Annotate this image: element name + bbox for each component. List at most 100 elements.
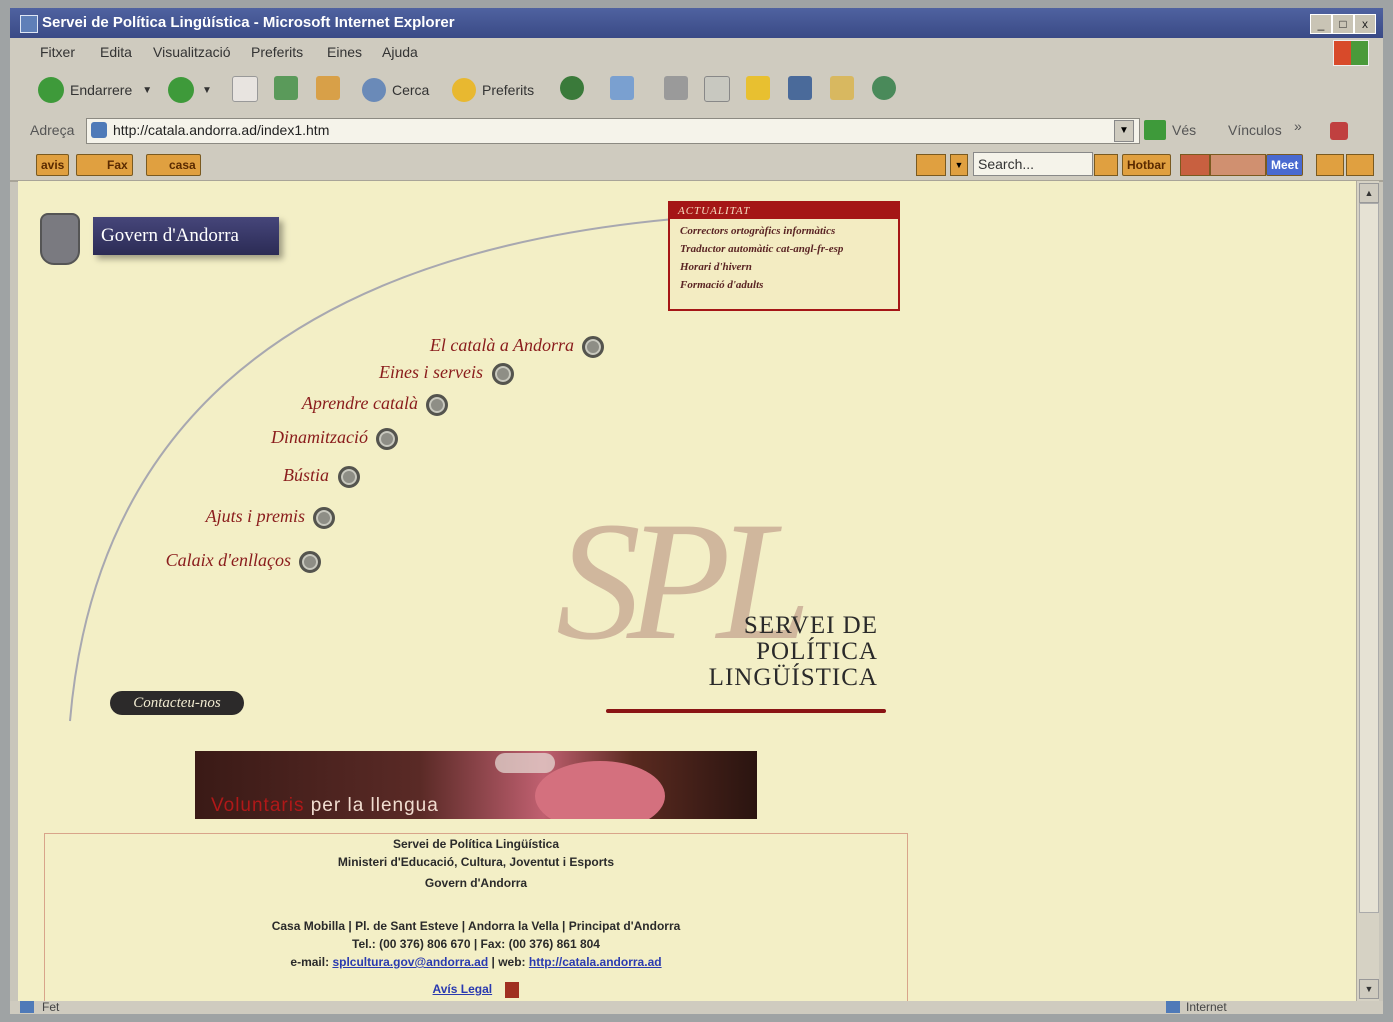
menu-bullet-icon[interactable] — [492, 363, 514, 385]
menu-link-bustia[interactable]: Bústia — [283, 465, 329, 486]
back-arrow-icon — [38, 77, 64, 103]
stop-icon[interactable] — [232, 76, 258, 102]
menu-bullet-icon[interactable] — [313, 507, 335, 529]
refresh-icon[interactable] — [274, 76, 298, 100]
menu-ajuda[interactable]: Ajuda — [382, 44, 418, 60]
links-chevron-icon[interactable]: » — [1294, 118, 1302, 134]
news-link-formacio[interactable]: Formació d'adults — [670, 279, 898, 291]
scroll-down-icon[interactable]: ▼ — [1359, 979, 1379, 999]
back-dropdown-icon[interactable]: ▼ — [142, 85, 152, 96]
ie-logo-icon — [20, 15, 38, 33]
menu-eines[interactable]: Eines — [327, 44, 362, 60]
hotbar-item-icon[interactable] — [1180, 154, 1210, 176]
toolbar-search-input[interactable]: Search... — [973, 152, 1093, 176]
volunteers-text-white: per la llengua — [304, 795, 439, 816]
banner-teeth-image — [495, 753, 555, 773]
window-title: Servei de Política Lingüística - Microso… — [42, 14, 455, 31]
links-button[interactable]: Vínculos — [1228, 122, 1282, 138]
go-arrow-icon[interactable] — [1144, 120, 1166, 140]
menu-link-calaix[interactable]: Calaix d'enllaços — [166, 550, 291, 571]
govern-andorra-banner[interactable]: Govern d'Andorra — [93, 217, 279, 255]
home-icon[interactable] — [316, 76, 340, 100]
footer-web-label: | web: — [488, 955, 529, 969]
menu-bullet-icon[interactable] — [338, 466, 360, 488]
tools-icon[interactable] — [1330, 122, 1348, 140]
edit-icon[interactable] — [704, 76, 730, 102]
news-link-horari[interactable]: Horari d'hivern — [670, 261, 898, 273]
meet-button[interactable]: Meet — [1266, 154, 1304, 176]
status-bar: Fet Internet — [10, 1000, 1383, 1014]
menu-link-ajuts[interactable]: Ajuts i premis — [206, 506, 305, 527]
go-button[interactable]: Vés — [1172, 122, 1196, 138]
settings-icon[interactable] — [1346, 154, 1374, 176]
menu-visualitzacio[interactable]: Visualització — [153, 44, 231, 60]
casa-button[interactable]: casa — [146, 154, 201, 176]
toolbar-search-icon[interactable] — [1094, 154, 1118, 176]
status-zone: Internet — [1186, 1000, 1227, 1014]
andorra-coat-of-arms-icon — [40, 213, 80, 265]
scroll-up-icon[interactable]: ▲ — [1359, 183, 1379, 203]
back-button[interactable]: Endarrere ▼ — [38, 76, 152, 104]
minimize-button[interactable]: _ — [1310, 14, 1332, 34]
footer-email-label: e-mail: — [290, 955, 333, 969]
spl-title-line3: LINGÜÍSTICA — [708, 664, 878, 691]
fax-button[interactable]: Fax — [76, 154, 133, 176]
menu-bar: Fitxer Edita Visualització Preferits Ein… — [10, 38, 1383, 67]
star-icon — [452, 78, 476, 102]
avis-button[interactable]: avis — [36, 154, 70, 176]
faces-icon[interactable] — [1210, 154, 1266, 176]
address-dropdown-icon[interactable]: ▼ — [1114, 120, 1134, 142]
news-box: ACTUALITAT Correctors ortogràfics inform… — [668, 201, 900, 311]
footer-web-link[interactable]: http://catala.andorra.ad — [529, 955, 662, 969]
eraser-icon[interactable] — [1316, 154, 1344, 176]
footer-address: Casa Mobilla | Pl. de Sant Esteve | Ando… — [271, 919, 681, 933]
footer-phone: Tel.: (00 376) 806 670 | Fax: (00 376) 8… — [352, 937, 600, 951]
forward-dropdown-icon[interactable]: ▼ — [202, 85, 212, 96]
volunteers-banner[interactable]: Voluntaris per la llengua — [195, 751, 757, 819]
volunteers-text: Voluntaris per la llengua — [211, 795, 439, 817]
address-label: Adreça — [30, 122, 75, 138]
history-icon[interactable] — [560, 76, 584, 100]
menu-link-catala-andorra[interactable]: El català a Andorra — [430, 335, 574, 356]
news-link-traductor[interactable]: Traductor automàtic cat-angl-fr-esp — [670, 243, 898, 255]
maximize-button[interactable]: □ — [1332, 14, 1354, 34]
mail-dropdown-icon[interactable]: ▼ — [950, 154, 968, 176]
search-icon — [362, 78, 386, 102]
address-input[interactable]: http://catala.andorra.ad/index1.htm — [86, 118, 1140, 144]
menu-bullet-icon[interactable] — [582, 336, 604, 358]
contact-button[interactable]: Contacteu-nos — [110, 691, 244, 715]
favorites-label: Preferits — [482, 82, 535, 98]
bag-icon[interactable] — [830, 76, 854, 100]
footer-legal: Avís Legal — [45, 982, 907, 998]
menu-link-dinamitzacio[interactable]: Dinamització — [271, 427, 368, 448]
toolbar: Endarrere ▼ ▼ Cerca Preferits — [10, 66, 1383, 115]
footer: Servei de Política Lingüística Ministeri… — [44, 833, 908, 1001]
vertical-scrollbar[interactable]: ▲ ▼ — [1356, 181, 1379, 1001]
menu-edita[interactable]: Edita — [100, 44, 132, 60]
address-url[interactable]: http://catala.andorra.ad/index1.htm — [113, 122, 329, 138]
menu-preferits[interactable]: Preferits — [251, 44, 303, 60]
menu-link-eines-serveis[interactable]: Eines i serveis — [379, 362, 483, 383]
menu-fitxer[interactable]: Fitxer — [40, 44, 75, 60]
spl-title-line2: POLÍTICA — [756, 638, 878, 665]
favorites-button[interactable]: Preferits — [452, 76, 534, 104]
messenger-icon[interactable] — [788, 76, 812, 100]
status-page-icon — [20, 1001, 34, 1013]
menu-bullet-icon[interactable] — [376, 428, 398, 450]
legal-link[interactable]: Avís Legal — [433, 982, 493, 996]
menu-bullet-icon[interactable] — [299, 551, 321, 573]
forward-button[interactable]: ▼ — [168, 76, 212, 104]
news-link-correctors[interactable]: Correctors ortogràfics informàtics — [670, 225, 898, 237]
hotbar-button[interactable]: Hotbar — [1122, 154, 1171, 176]
scroll-thumb[interactable] — [1359, 203, 1379, 913]
close-button[interactable]: x — [1354, 14, 1376, 34]
mail-icon[interactable] — [610, 76, 634, 100]
people-icon[interactable] — [872, 76, 896, 100]
menu-bullet-icon[interactable] — [426, 394, 448, 416]
notes-icon[interactable] — [746, 76, 770, 100]
menu-link-aprendre[interactable]: Aprendre català — [302, 393, 418, 414]
footer-email-link[interactable]: splcultura.gov@andorra.ad — [332, 955, 488, 969]
mail-envelope-icon[interactable] — [916, 154, 946, 176]
search-button[interactable]: Cerca — [362, 76, 429, 104]
print-icon[interactable] — [664, 76, 688, 100]
